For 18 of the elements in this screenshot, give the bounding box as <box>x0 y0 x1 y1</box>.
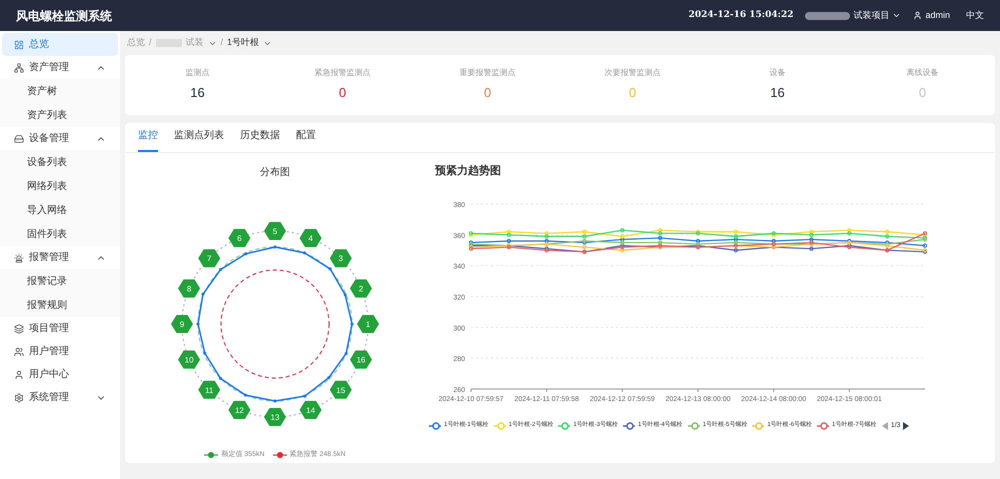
datetime: 2024-12-16 15:04:22 <box>688 8 794 22</box>
stat-value: 0 <box>484 84 492 102</box>
stat-label: 离线设备 <box>906 67 938 80</box>
stat-label: 紧急报警监测点 <box>314 67 370 80</box>
stat-value: 0 <box>338 84 346 102</box>
chart-title: 预紧力趋势图 <box>435 164 502 179</box>
stat-value: 16 <box>190 84 205 102</box>
stat-label: 重要报警监测点 <box>460 67 516 80</box>
app-title: 风电螺栓监测系统 <box>16 8 113 24</box>
stat-value: 0 <box>918 84 926 102</box>
breadcrumb-separator: / <box>149 36 152 50</box>
stat-label: 次要报警监测点 <box>604 67 660 80</box>
stat-label: 监测点 <box>186 67 210 80</box>
stat-value: 16 <box>770 84 785 102</box>
breadcrumb-separator: / <box>220 36 224 50</box>
stat-value: 0 <box>628 84 636 102</box>
chart-title: 分布图 <box>260 166 290 180</box>
stat-label: 设备 <box>770 67 786 80</box>
